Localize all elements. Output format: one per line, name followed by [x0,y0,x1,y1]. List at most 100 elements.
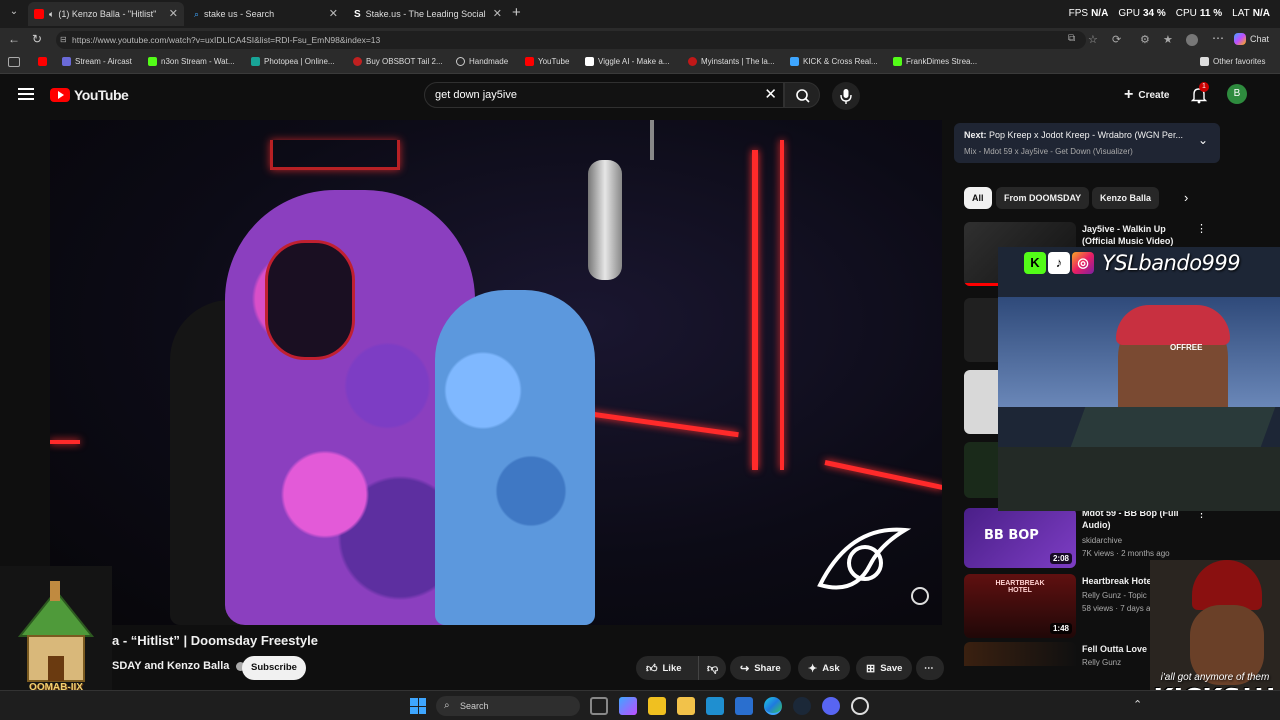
save-label: Save [880,662,903,674]
favorites-icon[interactable]: ★ [1163,33,1173,46]
bookmark-item[interactable]: Handmade [456,57,508,66]
search-input-value: get down jay5ive [435,89,517,101]
bookmark-item[interactable]: YouTube [525,57,569,66]
clear-search-icon[interactable]: ✕ [764,83,777,107]
up-next-card[interactable]: Next: Pop Kreep x Jodot Kreep - Wrdabro … [954,123,1220,163]
chips-next-icon[interactable]: › [1184,190,1188,205]
tab-youtube[interactable]: 🔈︎ (1) Kenzo Balla - "Hitlist" | Doomsda… [28,2,184,26]
more-horizontal-icon: ⋯ [924,662,934,674]
next-label: Next: [964,130,987,140]
youtube-favicon-icon [34,9,44,19]
tray-chevron-up-icon[interactable]: ⌃ [1133,698,1142,711]
bookmark-item[interactable] [38,57,51,66]
bookmark-item[interactable]: Photopea | Online... [251,57,335,66]
rec-channel[interactable]: Relly Gunz [1082,656,1121,666]
save-button[interactable]: ⊞ Save [856,656,913,680]
collections-icon[interactable] [1186,34,1198,46]
extensions-icon[interactable]: ⚙ [1140,33,1150,46]
close-tab-icon[interactable]: ✕ [169,7,178,20]
favorite-star-icon[interactable]: ☆ [1088,33,1098,46]
copilot-icon[interactable] [619,697,637,715]
rec-menu-icon[interactable]: ⋮ [1196,222,1207,235]
create-button[interactable]: + Create [1116,83,1177,107]
neon-light [752,150,758,470]
other-favorites[interactable]: Other favorites [1200,57,1265,66]
new-tab-button[interactable]: + [512,4,521,21]
discord-icon[interactable] [822,697,840,715]
mail-icon[interactable] [735,697,753,715]
more-menu-icon[interactable]: ⋯ [1212,31,1224,45]
rec-title[interactable]: Jay5ive - Walkin Up (Official Music Vide… [1082,223,1173,247]
search-button[interactable] [784,82,820,108]
bookmark-item[interactable]: KICK & Cross Real... [790,57,878,66]
sidebar-toggle-icon[interactable] [8,57,20,67]
chip-from-doomsday[interactable]: From DOOMSDAY [996,187,1090,209]
site-info-icon[interactable]: ⊟ [60,31,67,49]
close-tab-icon[interactable]: ✕ [493,7,502,20]
rec-title[interactable]: Heartbreak Hotel [1082,575,1154,587]
back-icon[interactable]: ← [8,32,20,46]
bookmark-label: Handmade [469,57,509,66]
copilot-icon [1234,33,1246,45]
rec-title[interactable]: Fell Outta Love [1082,643,1147,655]
chip-all[interactable]: All [964,187,992,209]
ask-label: Ask [822,662,840,674]
task-view-icon[interactable] [590,697,608,715]
viggle-icon [585,57,594,66]
photos-icon[interactable] [706,697,724,715]
bookmark-item[interactable]: Buy OBSBOT Tail 2... [353,57,443,66]
rec-thumbnail[interactable] [964,642,1076,666]
rec-channel[interactable]: Relly Gunz - Topic [1082,589,1147,602]
more-actions-button[interactable]: ⋯ [916,656,944,680]
bookmark-item[interactable]: Viggle AI - Make a... [585,57,669,66]
edge-browser-icon[interactable] [764,697,782,715]
other-favorites-label: Other favorites [1213,57,1266,66]
refresh-page-icon[interactable]: ⟳ [1112,33,1121,46]
windows-start-icon[interactable] [410,698,426,714]
like-button[interactable]: 👍︎ Like [636,656,698,680]
ask-button[interactable]: ✦ Ask [798,656,850,680]
youtube-logo[interactable]: YouTube [50,87,129,103]
avatar[interactable]: B [1227,84,1247,104]
rec-channel[interactable]: skidarchive [1082,534,1122,547]
reload-icon[interactable]: ↻ [32,32,42,46]
tab-list-button[interactable]: ⌄ [6,6,22,22]
bookmark-item[interactable]: Myinstants | The la... [688,57,775,66]
rec-thumbnail[interactable]: HEARTBREAK HOTEL 1:48 [964,574,1076,638]
close-tab-icon[interactable]: ✕ [329,7,338,20]
tab-stake-search[interactable]: ⌕ stake us - Search ✕ [188,2,344,26]
channel-name[interactable]: SDAY and Kenzo Balla [112,660,246,672]
taskbar-search[interactable]: ⌕ Search [436,696,580,716]
person-blue-hoodie [435,290,595,625]
create-label: Create [1138,89,1170,101]
rec-thumbnail[interactable]: BB BOP 2:08 [964,508,1076,568]
bookmark-item[interactable]: Stream - Aircast [62,57,132,66]
file-explorer-icon[interactable] [677,697,695,715]
youtube-header: YouTube get down jay5ive ✕ + Create 1 B [0,74,1280,116]
myinstants-icon [688,57,697,66]
hamburger-menu-icon[interactable] [18,88,34,100]
search-input[interactable]: get down jay5ive ✕ [424,82,784,108]
chip-kenzo-balla[interactable]: Kenzo Balla [1092,187,1160,209]
copilot-chat-button[interactable]: Chat [1234,33,1269,45]
bookmark-item[interactable]: n3on Stream - Wat... [148,57,235,66]
notifications-button[interactable]: 1 [1190,82,1209,104]
dislike-button[interactable]: 👎︎ [698,656,726,680]
open-in-app-icon[interactable]: ⧉ [1068,33,1075,44]
subscribe-button[interactable]: Subscribe [242,656,306,680]
video-player[interactable] [50,120,942,625]
folder-icon [1200,57,1209,66]
obs-icon[interactable] [851,697,869,715]
youtube-logo-text: YouTube [74,87,129,103]
url-field[interactable]: ⊟ https://www.youtube.com/watch?v=uxIDLI… [56,31,1086,49]
neon-light [780,140,784,470]
gpu-value: 34 % [1142,8,1166,19]
bookmark-item[interactable]: FrankDimes Strea... [893,57,977,66]
tab-stake-us[interactable]: S Stake.us - The Leading Social Casino ✕ [348,2,508,26]
store-icon[interactable] [648,697,666,715]
chevron-down-icon[interactable]: ⌄ [1198,133,1208,147]
share-button[interactable]: ↪ Share [730,656,791,680]
voice-search-button[interactable] [832,82,860,110]
speaker-icon[interactable]: 🔈︎ [49,9,54,20]
steam-icon[interactable] [793,697,811,715]
